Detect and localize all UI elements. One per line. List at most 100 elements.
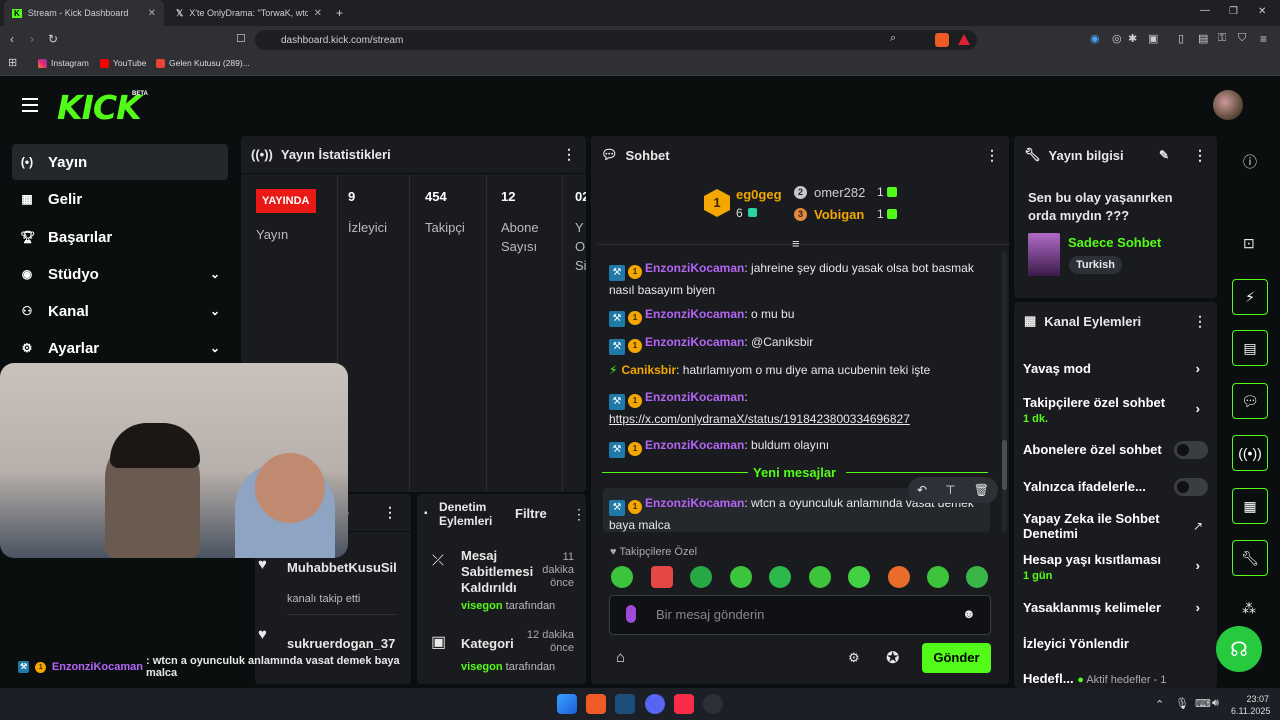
chat-message[interactable]: ⚒ 1 EnzonziKocaman: jahreine şey diodu yas…	[609, 259, 993, 299]
reload-icon[interactable]: ↻	[48, 32, 58, 46]
media-icon[interactable]: ▣	[1148, 32, 1158, 45]
subs-only-action[interactable]: Abonelere özel sohbet	[1023, 441, 1208, 459]
leader-name[interactable]: Vobigan	[814, 207, 864, 222]
emote-icon[interactable]	[690, 566, 712, 588]
sidebar-item-channel[interactable]: ⚇ Kanal ⌄	[12, 293, 228, 329]
leader-name[interactable]: omer282	[814, 185, 865, 200]
emote-icon[interactable]	[651, 566, 673, 588]
chat-username[interactable]: EnzonziKocaman	[645, 438, 744, 452]
user-avatar[interactable]	[1213, 90, 1243, 120]
support-headset-icon[interactable]: ☊	[1216, 626, 1262, 672]
apps-icon[interactable]: ⁂	[1242, 600, 1256, 617]
category-thumbnail[interactable]	[1028, 233, 1060, 276]
emote-icon[interactable]	[888, 566, 910, 588]
more-options-icon[interactable]: ⋮	[1193, 313, 1207, 330]
hamburger-menu-icon[interactable]	[22, 98, 38, 116]
sidebar-item-stream[interactable]: (•) Yayın	[12, 144, 228, 180]
chat-username[interactable]: EnzonziKocaman	[645, 335, 744, 349]
delete-icon[interactable]: 🗑︎	[974, 483, 989, 497]
moderator-name[interactable]: visegon	[461, 600, 503, 612]
moderator-name[interactable]: visegon	[461, 661, 503, 673]
account-age-action[interactable]: Hesap yaşı kısıtlaması 1 gün ›	[1023, 552, 1208, 582]
emotes-only-action[interactable]: Yalnızca ifadelerle...	[1023, 478, 1208, 496]
quick-action-chat-icon[interactable]: 💬︎	[1232, 383, 1268, 419]
subs-only-toggle[interactable]	[1174, 441, 1208, 459]
sidebar-item-studio[interactable]: ◉ Stüdyo ⌄	[12, 256, 228, 292]
close-icon[interactable]: ✕	[148, 8, 156, 19]
obs-icon[interactable]	[703, 694, 723, 714]
screenshot-icon[interactable]: ⊡	[1243, 235, 1255, 252]
emote-icon[interactable]	[611, 566, 633, 588]
more-options-icon[interactable]: ⋮	[562, 146, 576, 163]
store-icon[interactable]: ⌂	[616, 649, 625, 666]
activity-username[interactable]: MuhabbetKusuSil	[287, 560, 397, 575]
quick-action-notes-icon[interactable]: ▤	[1232, 330, 1268, 366]
ai-moderation-action[interactable]: Yapay Zeka ile Sohbet Denetimi	[1023, 511, 1173, 541]
more-options-icon[interactable]: ⋮	[572, 506, 586, 523]
volume-icon[interactable]: 🔊︎	[1212, 697, 1219, 710]
chat-username[interactable]: EnzonziKocaman	[645, 261, 744, 275]
emote-icon[interactable]	[848, 566, 870, 588]
bookmark-icon[interactable]: ☐	[236, 32, 246, 45]
followers-only-action[interactable]: Takipçilere özel sohbet 1 dk. ›	[1023, 395, 1208, 425]
chat-username[interactable]: EnzonziKocaman	[645, 390, 744, 404]
filter-button[interactable]: Filtre	[515, 506, 547, 521]
forward-icon[interactable]: ›	[30, 32, 34, 46]
leader-name[interactable]: eg0geg	[736, 187, 782, 202]
zoom-icon[interactable]: ⌕	[890, 32, 896, 45]
chat-message[interactable]: ⚡︎ Caniksbir: hatırlamıyom o mu diye ama …	[609, 361, 993, 379]
bookmark-instagram[interactable]: Instagram	[38, 58, 89, 68]
sidebar-toggle-icon[interactable]: ▯	[1178, 32, 1184, 45]
reply-icon[interactable]: ↶	[917, 483, 927, 497]
bookmark-youtube[interactable]: YouTube	[100, 58, 146, 68]
send-button[interactable]: Gönder	[922, 643, 991, 673]
external-link-icon[interactable]: ↗	[1193, 519, 1203, 533]
more-options-icon[interactable]: ⋮	[985, 147, 999, 164]
puzzle-icon[interactable]: ✱	[1128, 32, 1137, 45]
chat-link[interactable]: https://x.com/onlydramaX/status/19184238…	[609, 412, 910, 426]
minimize-button[interactable]: —	[1200, 5, 1210, 16]
vpn-icon[interactable]: ⚿	[1218, 32, 1226, 45]
pin-icon[interactable]: ⊤	[945, 483, 955, 497]
emotes-only-toggle[interactable]	[1174, 478, 1208, 496]
gear-icon[interactable]: ⚙	[848, 650, 860, 666]
close-window-button[interactable]: ✕	[1258, 6, 1266, 17]
chat-scrollbar[interactable]	[1002, 252, 1007, 532]
scrollbar-thumb[interactable]	[1002, 440, 1007, 490]
chat-message[interactable]: ⚒ 1 EnzonziKocaman: @Caniksbir	[609, 333, 993, 355]
bookmark-gmail[interactable]: Gelen Kutusu (289)...	[156, 58, 250, 68]
activity-username[interactable]: sukruerdogan_37	[287, 636, 395, 651]
chat-username[interactable]: EnzonziKocaman	[645, 496, 744, 510]
tab-kick-dashboard[interactable]: K Stream - Kick Dashboard ✕	[4, 0, 164, 26]
emote-icon[interactable]	[809, 566, 831, 588]
chat-username[interactable]: Caniksbir	[621, 363, 676, 377]
chat-message[interactable]: ⚒ 1 EnzonziKocaman: buldum olayını	[609, 436, 993, 458]
brave-rewards-icon[interactable]	[958, 34, 970, 45]
microphone-icon[interactable]	[626, 605, 636, 623]
mic-icon[interactable]: 🎙︎	[1175, 697, 1189, 710]
new-tab-button[interactable]: +	[336, 6, 343, 20]
clock[interactable]: 23:07 6.11.2025	[1231, 693, 1270, 717]
extension-icon[interactable]: ◉	[1090, 32, 1100, 45]
steam-icon[interactable]	[615, 694, 635, 714]
slow-mode-action[interactable]: Yavaş mod ›	[1023, 361, 1208, 376]
back-icon[interactable]: ‹	[10, 32, 14, 46]
kick-bot-icon[interactable]: ✪	[886, 648, 899, 668]
restore-button[interactable]: ❐	[1229, 6, 1238, 17]
sidebar-item-achievements[interactable]: 🏆︎ Başarılar	[12, 219, 228, 255]
network-icon[interactable]: ⌨	[1195, 697, 1211, 710]
tab-x-post[interactable]: 𝕏 X'te OnlyDrama: "TorwaK, wtcN'in ke ✕	[168, 0, 330, 26]
quick-action-lightning-icon[interactable]: ⚡︎	[1232, 279, 1268, 315]
menu-icon[interactable]: ≡	[1260, 32, 1267, 46]
brave-shield-icon[interactable]	[935, 33, 949, 47]
apps-grid-icon[interactable]: ⊞	[8, 56, 17, 69]
emote-icon[interactable]	[730, 566, 752, 588]
close-icon[interactable]: ✕	[314, 8, 322, 19]
chat-message[interactable]: ⚒ 1 EnzonziKocaman: o mu bu	[609, 305, 993, 327]
emoji-icon[interactable]: ☻	[962, 606, 976, 621]
quick-action-wrench-icon[interactable]: 🔧︎	[1232, 540, 1268, 576]
url-field[interactable]: dashboard.kick.com/stream	[255, 30, 977, 50]
discord-icon[interactable]	[645, 694, 665, 714]
raid-action[interactable]: İzleyici Yönlendir	[1023, 636, 1208, 651]
sidebar-item-revenue[interactable]: ▦ Gelir	[12, 181, 228, 217]
